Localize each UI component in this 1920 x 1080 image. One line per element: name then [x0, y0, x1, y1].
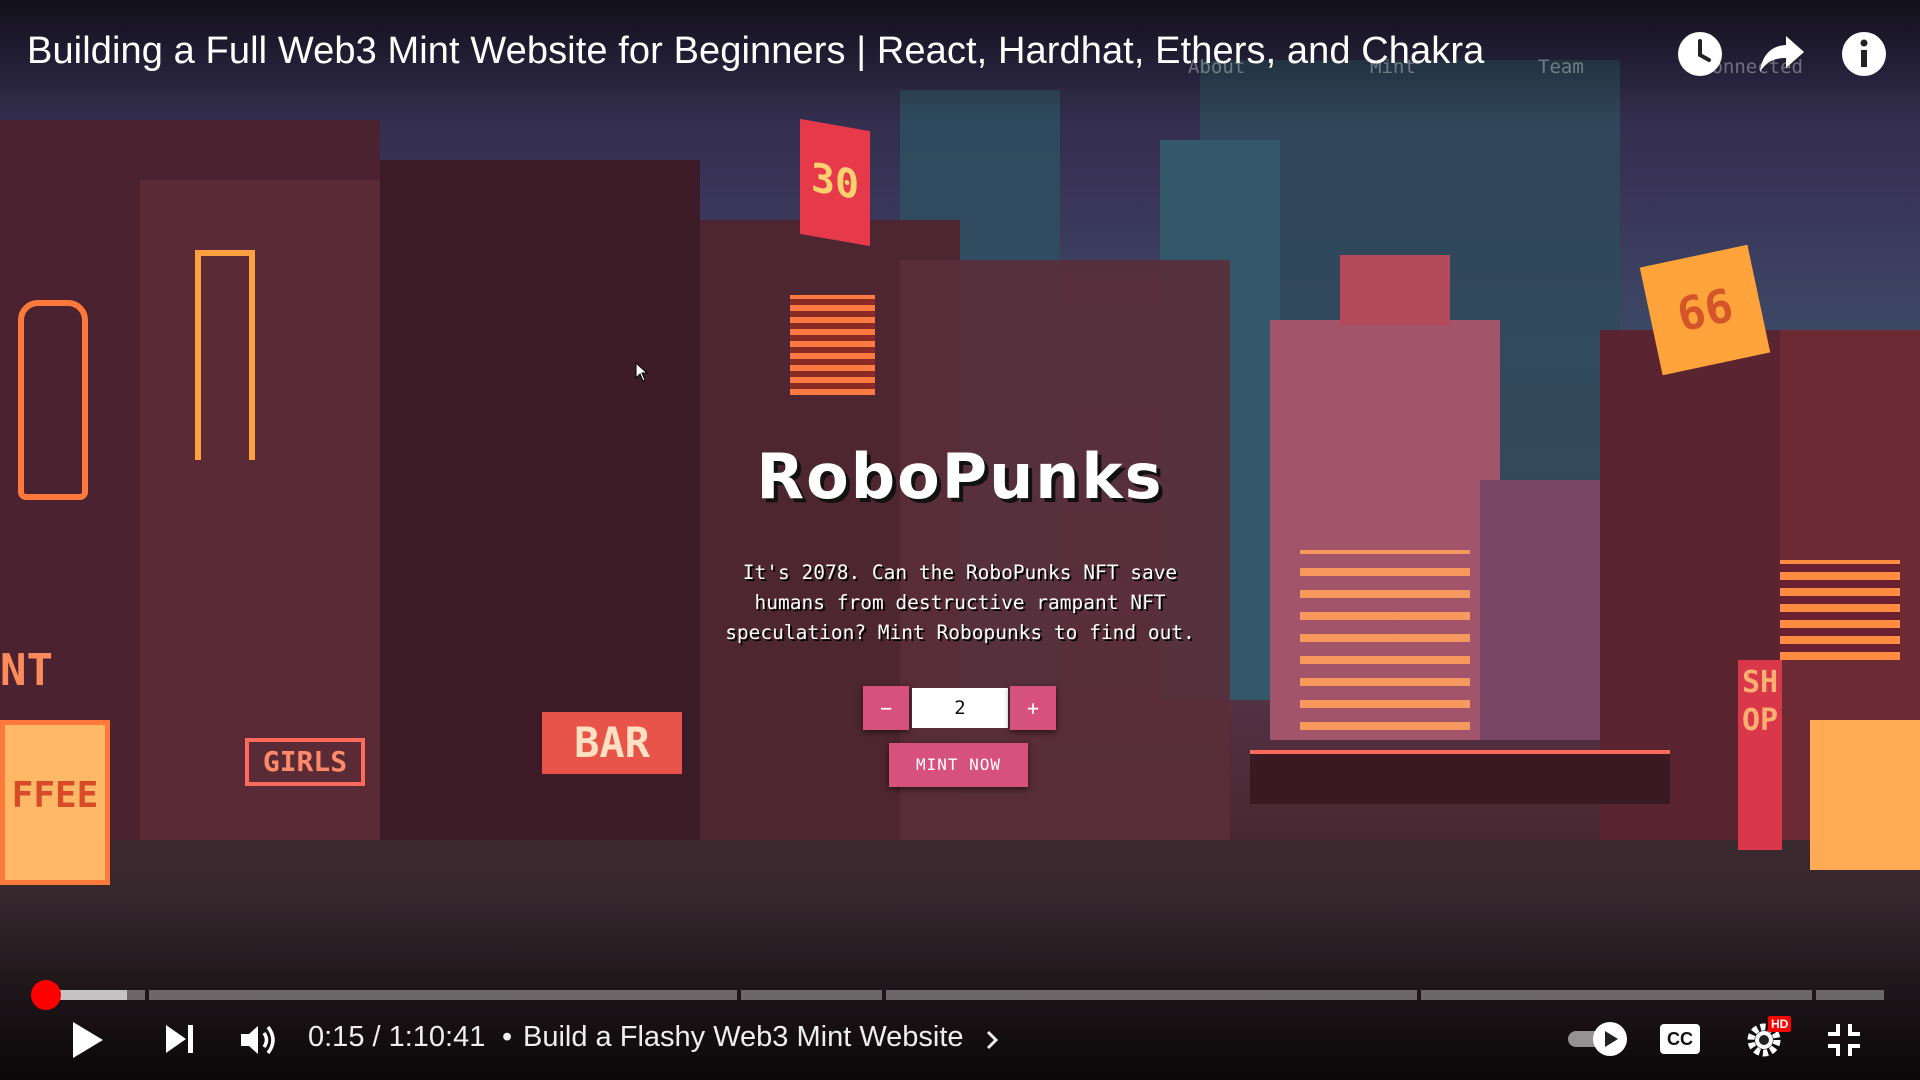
chapter-separator: • [502, 1021, 513, 1053]
chapter-title[interactable]: Build a Flashy Web3 Mint Website [523, 1021, 964, 1054]
site-title: RoboPunks [756, 440, 1164, 513]
neon-sign-66: 66 [1639, 244, 1771, 376]
site-description: It's 2078. Can the RoboPunks NFT save hu… [725, 561, 1195, 644]
neon-sign-30: 30 [800, 118, 870, 247]
play-button[interactable] [70, 1020, 106, 1065]
bridge [1250, 750, 1670, 804]
exit-fullscreen-button[interactable] [1826, 1022, 1862, 1063]
next-button[interactable] [162, 1022, 196, 1061]
increment-button[interactable]: + [1010, 686, 1056, 730]
chapter-segment[interactable] [149, 990, 737, 1000]
info-icon[interactable] [1840, 30, 1888, 78]
chapter-segment[interactable] [886, 990, 1417, 1000]
site-nav-team[interactable]: Team [1538, 56, 1584, 78]
tower-windows [1300, 550, 1470, 730]
neon-panel [1780, 560, 1900, 660]
volume-button[interactable] [238, 1022, 280, 1063]
neon-sign-bar: BAR [542, 712, 682, 774]
neon-panel [1810, 720, 1920, 870]
mint-now-button[interactable]: MINT NOW [889, 743, 1028, 787]
mouse-cursor-icon [635, 361, 649, 387]
chapter-segment[interactable] [741, 990, 882, 1000]
captions-icon: CC [1660, 1024, 1700, 1054]
decrement-button[interactable]: − [863, 686, 909, 730]
chevron-right-icon[interactable] [985, 1029, 999, 1056]
settings-button[interactable]: HD [1744, 1016, 1792, 1065]
skyline-tower [1340, 255, 1450, 325]
neon-arrow-down [195, 250, 255, 460]
neon-sign-girls: GIRLS [245, 738, 365, 786]
autoplay-toggle[interactable] [1566, 1020, 1630, 1063]
neon-sign-nt: NT [0, 645, 53, 696]
quantity-input[interactable]: 2 [912, 688, 1008, 728]
neon-grille [790, 295, 875, 395]
share-icon[interactable] [1758, 30, 1806, 78]
neon-sign-coffee: FFEE [0, 720, 110, 885]
neon-sign-shop: SHOP [1738, 660, 1782, 850]
chapter-segment[interactable] [1816, 990, 1884, 1000]
time-display: 0:15 / 1:10:41 [308, 1021, 486, 1053]
watch-later-icon[interactable] [1676, 30, 1724, 78]
chapter-segment[interactable] [1421, 990, 1812, 1000]
captions-button[interactable]: CC [1660, 1024, 1700, 1054]
hd-badge: HD [1768, 1016, 1792, 1032]
video-title[interactable]: Building a Full Web3 Mint Website for Be… [27, 30, 1484, 73]
